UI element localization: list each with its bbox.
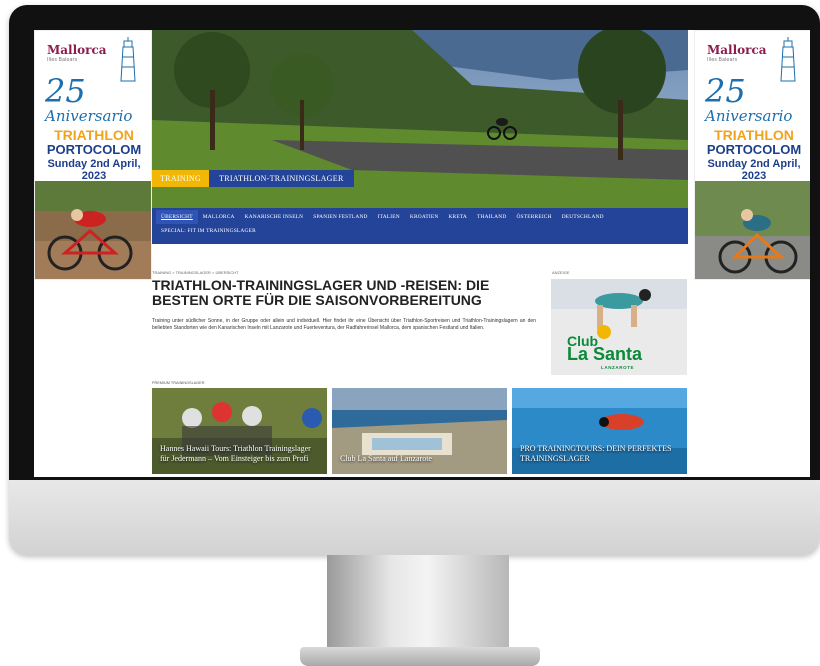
nav-item-spanien-festland[interactable]: SPANIEN FESTLAND [308, 210, 372, 224]
cyclist-photo [695, 181, 810, 279]
premium-card[interactable]: PRO TRAININGTOURS: DEIN PERFEKTES TRAINI… [512, 388, 687, 474]
ad-brand: Mallorca [707, 43, 767, 57]
ad-location: PORTOCOLOM [46, 142, 142, 157]
ad-event: TRIATHLON [54, 127, 134, 143]
premium-label: PREMIUM TRAININGSLAGER [152, 381, 205, 385]
intro-text: Training unter südlicher Sonne, in der G… [152, 318, 536, 331]
premium-cards: Hannes Hawaii Tours: Triathlon Trainings… [152, 388, 688, 474]
lighthouse-icon [120, 37, 136, 82]
main-content: TRAINING > TRAININGSLAGER > ÜBERSICHT TR… [152, 244, 688, 477]
nav-item-thailand[interactable]: THAILAND [472, 210, 511, 224]
hero-tags: TRAINING TRIATHLON-TRAININGSLAGER [152, 170, 354, 187]
nav-item-kreta[interactable]: KRETA [443, 210, 472, 224]
nav-item-italien[interactable]: ITALIEN [373, 210, 405, 224]
nav-item-kanarische-inseln[interactable]: KANARISCHE INSELN [240, 210, 309, 224]
ad-location: PORTOCOLOM [706, 142, 802, 157]
section-nav: ÜBERSICHT MALLORCA KANARISCHE INSELN SPA… [152, 208, 688, 244]
monitor-stand [327, 555, 509, 647]
page-title: TRIATHLON-TRAININGSLAGER UND -REISEN: DI… [152, 277, 490, 308]
card-title: Hannes Hawaii Tours: Triathlon Trainings… [160, 444, 311, 463]
club-logo-text: Club La Santa [567, 334, 643, 364]
cyclist-photo [35, 181, 151, 279]
side-ad-right[interactable]: Mallorca Illes Balears 25 Aniversario TR… [694, 30, 810, 280]
ad-number: 25 [45, 72, 86, 110]
ad-date: Sunday 2nd April, 2023 [707, 158, 801, 182]
ad-brand-sub: Illes Balears [707, 57, 738, 63]
ad-anniversary: Aniversario [45, 107, 133, 125]
monitor-chin [9, 480, 820, 555]
ad-brand: Mallorca [47, 43, 107, 57]
club-la-santa-ad[interactable]: Club La Santa LANZAROTE [551, 279, 687, 375]
page-heading-tag: TRIATHLON-TRAININGSLAGER [209, 170, 354, 187]
card-title: Club La Santa auf Lanzarote [340, 454, 432, 463]
side-ad-left[interactable]: Mallorca Illes Balears 25 Aniversario TR… [34, 30, 152, 280]
ad-event: TRIATHLON [714, 127, 794, 143]
premium-card[interactable]: Hannes Hawaii Tours: Triathlon Trainings… [152, 388, 327, 474]
breadcrumb[interactable]: TRAINING > TRAININGSLAGER > ÜBERSICHT [152, 270, 239, 275]
premium-card[interactable]: Club La Santa auf Lanzarote [332, 388, 507, 474]
nav-item-oesterreich[interactable]: ÖSTERREICH [511, 210, 556, 224]
ad-brand-sub: Illes Balears [47, 57, 78, 63]
lighthouse-icon [780, 37, 796, 82]
ad-number: 25 [705, 72, 746, 110]
nav-item-deutschland[interactable]: DEUTSCHLAND [557, 210, 609, 224]
desktop-stage: Mallorca Illes Balears 25 Aniversario TR… [0, 0, 820, 666]
hero-banner: TRAINING TRIATHLON-TRAININGSLAGER [152, 30, 688, 208]
nav-item-uebersicht[interactable]: ÜBERSICHT [156, 210, 198, 224]
club-line2: La Santa [567, 344, 643, 364]
sponsor-label: ANZEIGE [552, 270, 570, 275]
card-title: PRO TRAININGTOURS: DEIN PERFEKTES TRAINI… [520, 444, 672, 463]
nav-item-kroatien[interactable]: KROATIEN [405, 210, 444, 224]
category-tag[interactable]: TRAINING [152, 170, 210, 187]
nav-item-special[interactable]: SPECIAL: FIT IM TRAININGSLAGER [156, 224, 261, 238]
browser-screen: Mallorca Illes Balears 25 Aniversario TR… [34, 30, 810, 477]
club-sub: LANZAROTE [601, 365, 635, 370]
ad-date: Sunday 2nd April, 2023 [47, 158, 141, 182]
ad-anniversary: Aniversario [705, 107, 793, 125]
monitor-base [300, 647, 540, 666]
nav-item-mallorca[interactable]: MALLORCA [198, 210, 240, 224]
